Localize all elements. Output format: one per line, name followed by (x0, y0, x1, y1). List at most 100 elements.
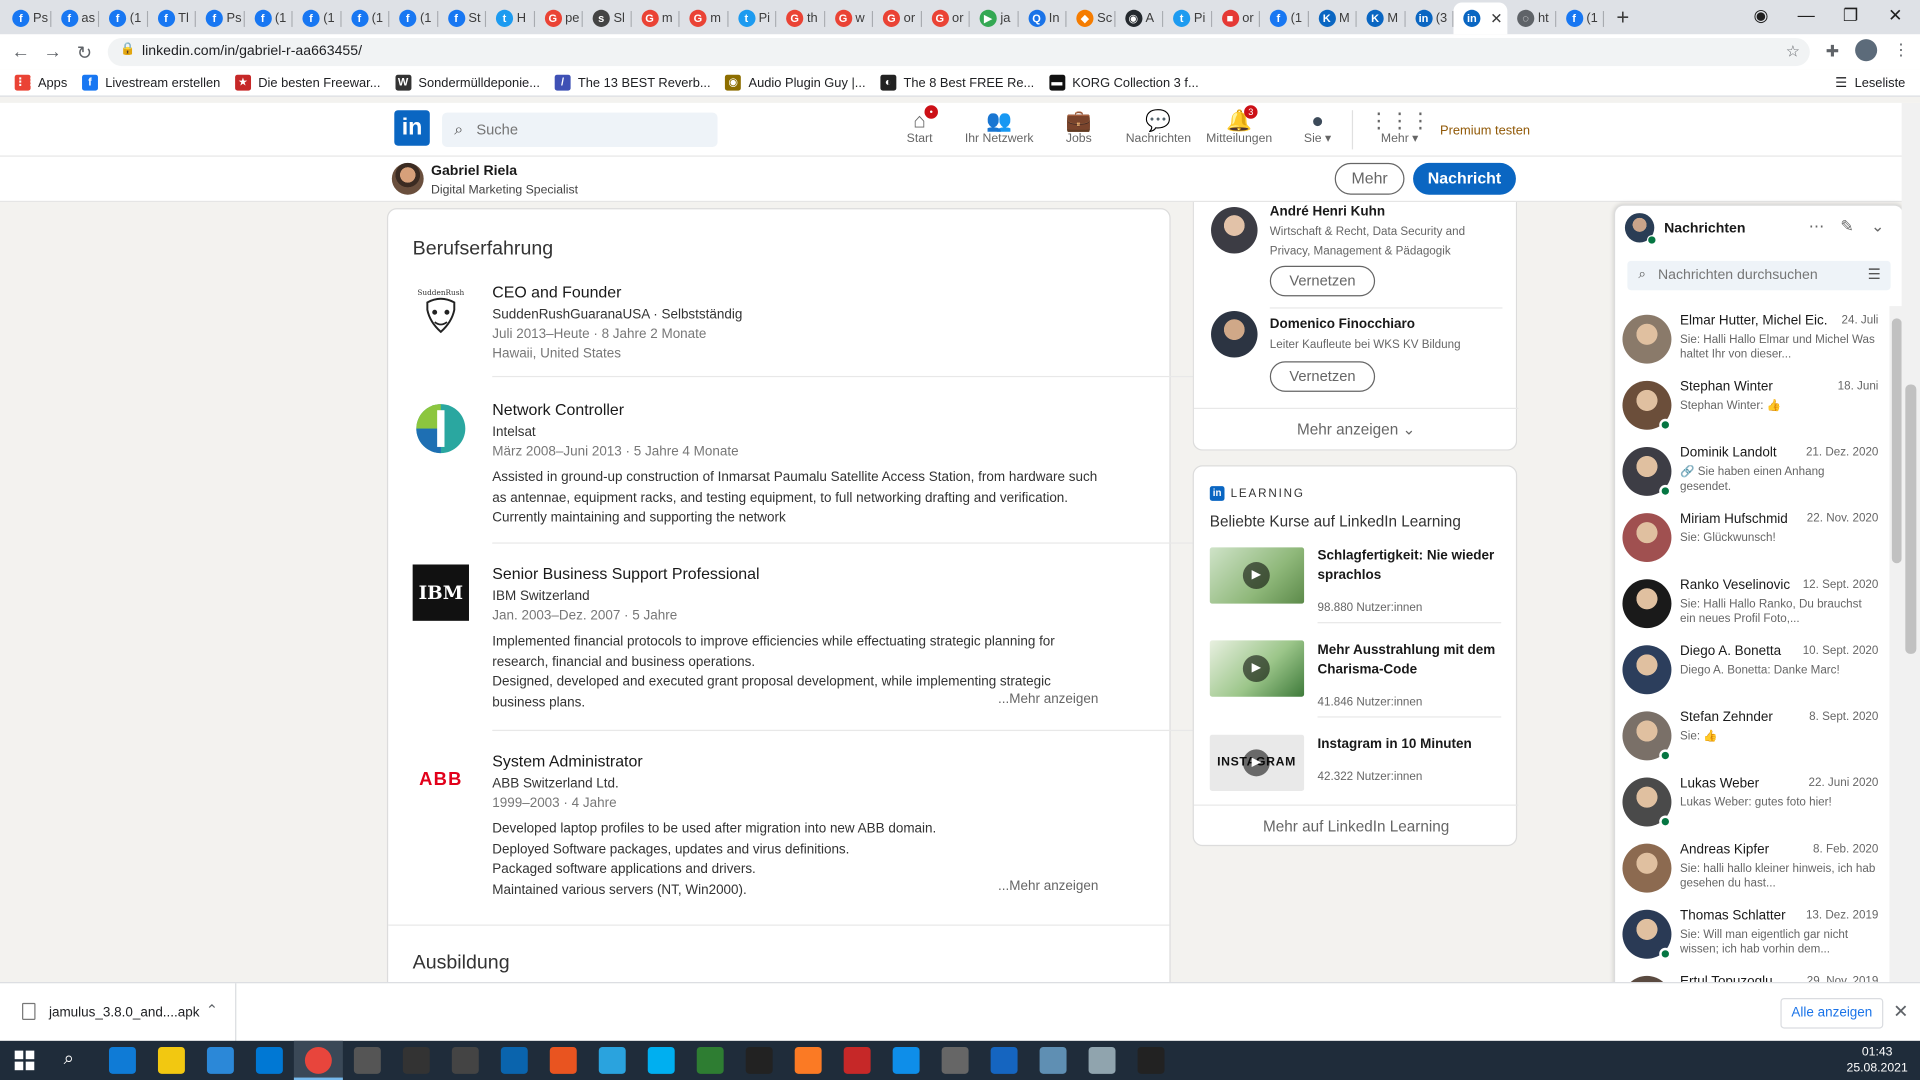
maximize-icon[interactable]: ❐ (1843, 5, 1858, 26)
connect-button[interactable]: Vernetzen (1269, 265, 1376, 297)
tab-close-icon[interactable]: ✕ (1490, 10, 1502, 27)
browser-tab[interactable]: f (1 (244, 2, 293, 34)
reading-list[interactable]: ☰ Leseliste (1835, 75, 1905, 90)
forward-icon[interactable]: → (37, 42, 69, 63)
taskbar-terminal-icon[interactable] (1137, 1046, 1165, 1074)
conversation-item[interactable]: Diego A. Bonetta 10. Sept. 2020 Diego A. B… (1615, 637, 1888, 703)
browser-tab[interactable]: Gor (873, 2, 921, 34)
conversation-item[interactable]: Miriam Hufschmid 22. Nov. 2020 Sie: Glückw… (1615, 504, 1888, 570)
omnibox[interactable]: 🔒 linkedin.com/in/gabriel-r-aa663455/ ☆ (107, 37, 1810, 67)
browser-tab[interactable]: Gm (680, 2, 728, 34)
browser-tab[interactable]: f (1 (341, 2, 389, 34)
linkedin-logo[interactable]: in (394, 110, 430, 146)
messaging-search[interactable]: ⌕ ☰ (1627, 260, 1891, 291)
bookmark-item[interactable]: ★ Die besten Freewar... (234, 74, 380, 91)
more-options-icon[interactable]: ⋯ (1809, 217, 1825, 237)
minimize-icon[interactable]: — (1798, 5, 1815, 25)
conversation-item[interactable]: Ranko Veselinovic 12. Sept. 2020 Sie: Hall… (1615, 571, 1888, 637)
taskbar-store-icon[interactable] (206, 1046, 234, 1074)
taskbar-audio-icon[interactable] (696, 1046, 724, 1074)
browser-tab[interactable]: t Pi (728, 2, 776, 34)
profile-avatar-icon[interactable] (1855, 39, 1878, 62)
global-search[interactable]: ⌕ (442, 112, 718, 147)
browser-tab[interactable]: in ✕ (1453, 2, 1508, 35)
message-button[interactable]: Nachricht (1413, 162, 1516, 195)
browser-tab[interactable]: ◌ ht (1507, 2, 1556, 34)
browser-tab[interactable]: ■ or (1212, 2, 1260, 34)
browser-tab[interactable]: ◆ Sc (1067, 2, 1115, 34)
show-more-link[interactable]: ...Mehr anzeigen (998, 692, 1098, 707)
browser-tab[interactable]: f as (51, 2, 99, 34)
browser-tab[interactable]: tH (486, 2, 534, 34)
browser-tab[interactable]: ◉ A (1115, 2, 1163, 34)
taskbar-edge-icon[interactable] (108, 1046, 136, 1074)
taskbar-live-icon[interactable] (451, 1046, 479, 1074)
taskbar-voicemeeter-icon[interactable] (843, 1046, 871, 1074)
browser-tab[interactable]: f (1 (293, 2, 341, 34)
close-icon[interactable]: ✕ (1893, 1000, 1908, 1023)
bookmark-item[interactable]: ◐ The 8 Best FREE Re... (880, 74, 1034, 91)
browser-tab[interactable]: f St (438, 2, 486, 34)
tab-search-icon[interactable]: ◉ (1753, 5, 1768, 26)
taskbar-explorer-icon[interactable] (157, 1046, 185, 1074)
windows-start-icon[interactable] (14, 1050, 35, 1071)
more-learning-link[interactable]: Mehr auf LinkedIn Learning (1193, 804, 1519, 846)
search-icon[interactable]: ⌕ (64, 1048, 74, 1069)
browser-tab[interactable]: Gw (825, 2, 873, 34)
conversation-item[interactable]: Thomas Schlatter 13. Dez. 2019 Sie: Will m… (1615, 901, 1888, 967)
global-search-input[interactable] (476, 117, 709, 143)
reload-icon[interactable]: ↻ (69, 41, 101, 63)
scrollbar-thumb[interactable] (1905, 384, 1917, 654)
browser-tab[interactable]: s Sl (583, 2, 631, 34)
taskbar-chrome-icon[interactable] (304, 1046, 332, 1074)
taskbar-mail-icon[interactable] (255, 1046, 283, 1074)
taskbar-app-icon[interactable] (353, 1046, 381, 1074)
nav-item[interactable]: ⌂ • Start (877, 105, 963, 146)
messaging-search-input[interactable] (1657, 264, 1854, 287)
conversation-item[interactable]: Lukas Weber 22. Juni 2020 Lukas Weber: gut… (1615, 769, 1888, 835)
show-more-link[interactable]: ...Mehr anzeigen (998, 879, 1098, 894)
extensions-icon[interactable]: ✚ (1826, 42, 1839, 62)
taskbar-telegram-icon[interactable] (598, 1046, 626, 1074)
show-more-people-button[interactable]: Mehr anzeigen ⌄ (1193, 407, 1519, 450)
nav-item[interactable]: 🔔 3 Mitteilungen (1196, 105, 1282, 146)
close-window-icon[interactable]: ✕ (1888, 5, 1902, 26)
browser-tab[interactable]: t Pi (1163, 2, 1212, 34)
chrome-menu-icon[interactable]: ⋮ (1893, 40, 1909, 60)
chevron-down-icon[interactable]: ⌄ (1871, 217, 1884, 237)
taskbar-xampp-icon[interactable] (794, 1046, 822, 1074)
conversation-item[interactable]: Andreas Kipfer 8. Feb. 2020 Sie: halli hal… (1615, 835, 1888, 901)
bookmark-item[interactable]: ⋮⋮ Apps (14, 74, 67, 91)
taskbar-inkscape-icon[interactable] (402, 1046, 430, 1074)
bookmark-item[interactable]: f Livestream erstellen (81, 74, 220, 91)
browser-tab[interactable]: Q In (1018, 2, 1066, 34)
browser-tab[interactable]: f Tl (148, 2, 196, 34)
profile-name[interactable]: Gabriel Riela (431, 164, 517, 179)
taskbar-app3-icon[interactable] (990, 1046, 1018, 1074)
browser-tab[interactable]: in (3 (1405, 2, 1453, 34)
page-scrollbar[interactable] (1901, 102, 1920, 983)
scrollbar-thumb[interactable] (1891, 318, 1902, 564)
premium-link[interactable]: Premium testen (1440, 124, 1530, 139)
bookmark-star-icon[interactable]: ☆ (1786, 42, 1800, 62)
system-clock[interactable]: 01:43 25.08.2021 (1837, 1044, 1918, 1076)
browser-tab[interactable]: f (1 (1260, 2, 1308, 34)
more-button[interactable]: Mehr (1334, 162, 1405, 195)
filter-icon[interactable]: ☰ (1868, 266, 1881, 283)
download-item[interactable]: jamulus_3.8.0_and....apk ⌃ (0, 983, 237, 1043)
conversation-item[interactable]: Elmar Hutter, Michel Eic... 24. Juli Sie: … (1615, 306, 1888, 372)
chevron-up-icon[interactable]: ⌃ (206, 1002, 218, 1019)
browser-tab[interactable]: f (1 (389, 2, 438, 34)
browser-tab[interactable]: f Ps (2, 2, 51, 34)
browser-tab[interactable]: KM (1308, 2, 1357, 34)
taskbar-teamviewer-icon[interactable] (892, 1046, 920, 1074)
taskbar-app2-icon[interactable] (941, 1046, 969, 1074)
nav-item[interactable]: 👥 Ihr Netzwerk (956, 109, 1042, 146)
taskbar-skype-icon[interactable] (647, 1046, 675, 1074)
browser-tab[interactable]: KM (1357, 2, 1405, 34)
taskbar-app4-icon[interactable] (1039, 1046, 1067, 1074)
conversation-item[interactable]: Dominik Landolt 21. Dez. 2020 🔗 Sie haben … (1615, 438, 1888, 504)
connect-button[interactable]: Vernetzen (1269, 361, 1376, 392)
nav-item[interactable]: 💼 Jobs (1036, 109, 1122, 146)
new-tab-icon[interactable]: + (1616, 4, 1629, 30)
